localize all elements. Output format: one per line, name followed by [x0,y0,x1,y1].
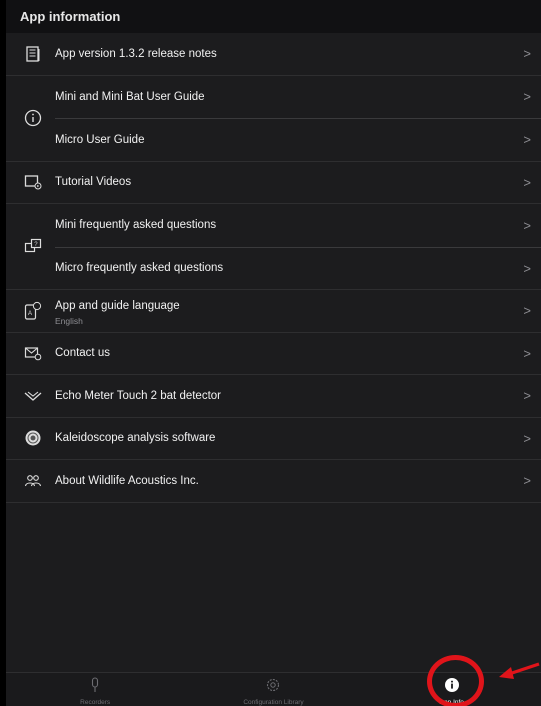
document-icon [24,45,42,63]
release-notes-label: App version 1.3.2 release notes [55,47,217,60]
user-guides-group: Mini and Mini Bat User Guide > Micro Use… [6,76,541,162]
release-notes-row[interactable]: App version 1.3.2 release notes > [6,33,541,76]
contact-label: Contact us [55,347,110,360]
tab-recorders[interactable]: Recorders [6,673,184,706]
mini-guide-label: Mini and Mini Bat User Guide [55,90,205,103]
gear-icon [265,677,281,693]
language-icon: A [24,301,42,320]
chevron-right-icon: > [523,260,531,276]
micro-guide-row[interactable]: Micro User Guide > [55,118,541,161]
kaleidoscope-row[interactable]: Kaleidoscope analysis software > [6,418,541,460]
chevron-right-icon: > [523,430,531,446]
tab-configuration-library-label: Configuration Library [243,699,304,706]
chevron-right-icon: > [523,217,531,233]
language-row[interactable]: A App and guide language English > [6,290,541,333]
echo-meter-label: Echo Meter Touch 2 bat detector [55,389,221,402]
micro-faq-row[interactable]: Micro frequently asked questions > [55,246,541,290]
svg-text:A: A [28,311,32,317]
annotation-circle [427,655,484,706]
annotation-arrow-icon [499,662,540,679]
about-row[interactable]: About Wildlife Acoustics Inc. > [6,460,541,503]
micro-guide-label: Micro User Guide [55,133,145,146]
chevron-right-icon: > [523,132,531,148]
app-info-screen: App information App version 1.3.2 releas… [6,0,541,706]
kaleidoscope-icon [24,429,42,447]
echo-meter-row[interactable]: Echo Meter Touch 2 bat detector > [6,375,541,418]
about-label: About Wildlife Acoustics Inc. [55,474,199,487]
micro-faq-label: Micro frequently asked questions [55,262,224,275]
tab-configuration-library[interactable]: Configuration Library [184,673,362,706]
chevron-right-icon: > [523,174,531,190]
chevron-right-icon: > [523,388,531,404]
contact-row[interactable]: Contact us > [6,333,541,375]
mini-faq-label: Mini frequently asked questions [55,219,217,232]
mini-faq-row[interactable]: Mini frequently asked questions > [6,204,541,247]
tutorial-videos-row[interactable]: Tutorial Videos > [6,162,541,204]
microphone-icon [87,677,103,693]
section-header: App information [6,0,541,33]
kaleidoscope-label: Kaleidoscope analysis software [55,432,216,445]
video-icon [24,173,42,191]
tutorial-videos-label: Tutorial Videos [55,176,132,189]
language-value: English [55,316,83,326]
mail-icon [24,344,42,362]
people-icon [24,472,42,490]
language-label: App and guide language [55,300,180,312]
tab-recorders-label: Recorders [80,699,111,706]
chevron-right-icon: > [523,473,531,489]
chevron-right-icon: > [523,345,531,361]
faq-group: ? Mini frequently asked questions > Micr… [6,204,541,290]
mini-guide-row[interactable]: Mini and Mini Bat User Guide > [6,76,541,119]
chevron-right-icon: > [523,46,531,62]
chevron-right-icon: > [523,303,531,319]
chevron-right-icon: > [523,89,531,105]
info-list: App version 1.3.2 release notes > Mini a… [6,33,541,503]
echo-meter-icon [24,387,42,405]
